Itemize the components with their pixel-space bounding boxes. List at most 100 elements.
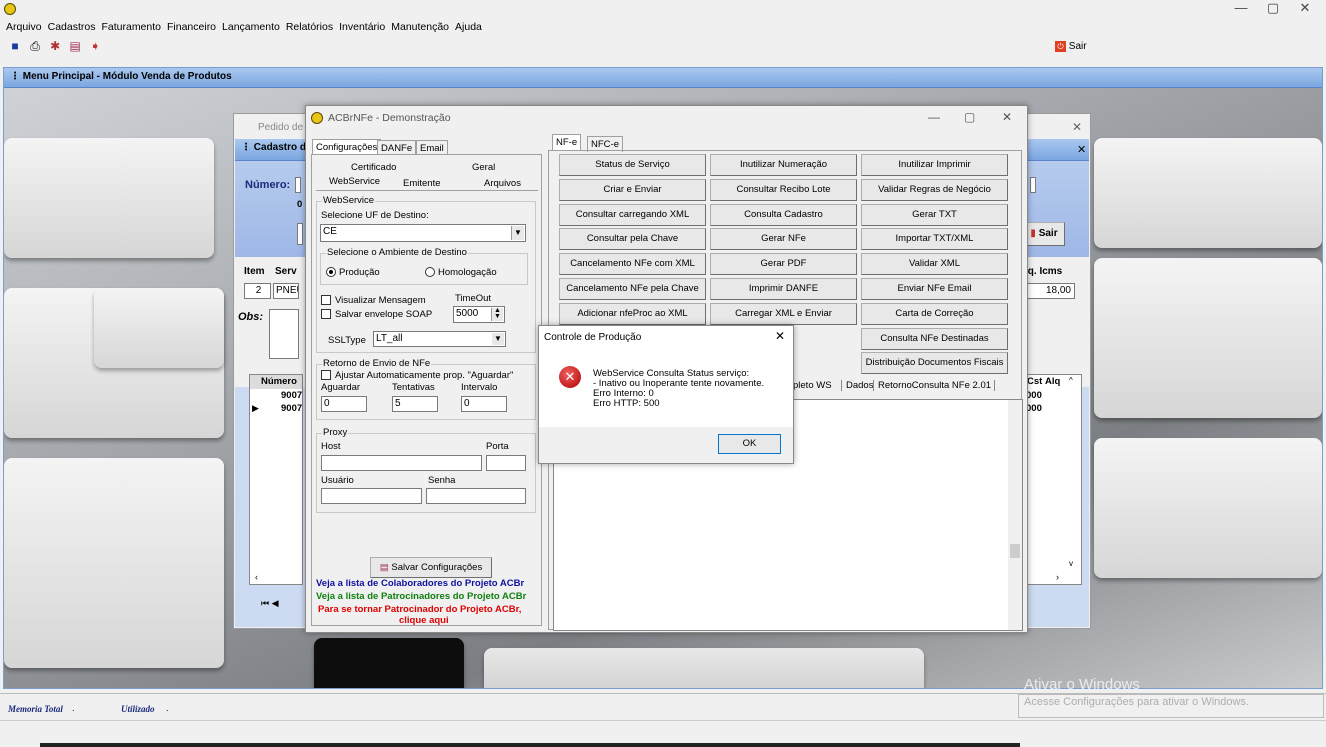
msgbox-close-button[interactable]: ✕: [775, 329, 785, 343]
sair-button[interactable]: ⏻ Sair: [1055, 41, 1087, 52]
nfe-action-button[interactable]: Status de Serviço: [559, 154, 706, 176]
nfe-action-button[interactable]: Carta de Correção: [861, 302, 1008, 325]
pedido-close-icon[interactable]: ✕: [1072, 120, 1082, 134]
memo-scrollbar[interactable]: [1008, 400, 1022, 630]
extra-field[interactable]: [1030, 177, 1036, 193]
usuario-field[interactable]: [321, 488, 422, 504]
scroll-left-icon[interactable]: ‹: [255, 572, 258, 582]
nfe-action-button[interactable]: Criar e Enviar: [559, 178, 706, 201]
subtab-webservice[interactable]: WebService: [329, 176, 380, 187]
radio-producao[interactable]: Produção: [326, 267, 380, 278]
nfe-action-button[interactable]: Validar XML: [861, 253, 1008, 276]
msgbox-ok-button[interactable]: OK: [718, 434, 781, 454]
subtab-arquivos[interactable]: Arquivos: [484, 178, 521, 189]
visualizar-checkbox[interactable]: Visualizar Mensagem: [321, 295, 426, 306]
close-button[interactable]: ✕: [1290, 0, 1320, 16]
webservice-group-caption: WebService: [322, 195, 376, 206]
maximize-button[interactable]: ▢: [1258, 0, 1288, 16]
tab-completo-ws[interactable]: pleto WS: [793, 380, 832, 391]
minimize-button[interactable]: —: [1226, 0, 1256, 16]
grid-row-numero[interactable]: 9007: [281, 403, 302, 414]
host-field[interactable]: [321, 455, 482, 471]
cadastro-close-icon[interactable]: ✕: [1077, 143, 1086, 156]
aguardar-field[interactable]: 0: [321, 396, 367, 412]
scroll-up-icon[interactable]: ^: [1069, 376, 1073, 385]
nfe-action-button[interactable]: Importar TXT/XML: [861, 228, 1008, 251]
serv-field[interactable]: PNEU: [273, 283, 299, 299]
ajustar-checkbox[interactable]: Ajustar Automaticamente prop. "Aguardar": [321, 370, 513, 381]
sair-form-button[interactable]: ▮ Sair: [1023, 222, 1065, 246]
subtab-emitente[interactable]: Emitente: [403, 178, 441, 189]
nfe-action-button[interactable]: Inutilizar Numeração: [710, 154, 857, 176]
uf-label: Selecione UF de Destino:: [321, 210, 429, 221]
link-colaboradores[interactable]: Veja a lista de Colaboradores do Projeto…: [316, 578, 524, 589]
nfe-action-button[interactable]: Consultar Recibo Lote: [710, 178, 857, 201]
nfe-action-button[interactable]: Carregar XML e Enviar: [710, 302, 857, 325]
radio-homologacao[interactable]: Homologação: [425, 267, 497, 278]
nfe-action-button[interactable]: Gerar TXT: [861, 203, 1008, 226]
nfe-action-button[interactable]: Enviar NFe Email: [861, 278, 1008, 300]
intervalo-field[interactable]: 0: [461, 396, 507, 412]
form-field[interactable]: [297, 223, 303, 245]
tab-nfe[interactable]: NF-e: [552, 134, 582, 150]
menu-financeiro[interactable]: Financeiro: [167, 21, 216, 35]
nav-first-icon[interactable]: ⏮ ◀: [261, 598, 279, 609]
tools-icon[interactable]: ✱: [48, 40, 62, 53]
nfe-action-button[interactable]: Distribuição Documentos Fiscais: [861, 352, 1008, 375]
grid-row-numero[interactable]: 9007: [281, 390, 302, 401]
menu-inventario[interactable]: Inventário: [339, 21, 385, 35]
menu-faturamento[interactable]: Faturamento: [101, 21, 161, 35]
timeout-spinner[interactable]: 5000 ▲ ▼: [453, 306, 505, 323]
nfe-action-button[interactable]: Adicionar nfeProc ao XML: [559, 302, 706, 325]
senha-field[interactable]: [426, 488, 526, 504]
nfe-action-button[interactable]: Consultar carregando XML: [559, 203, 706, 226]
tentativas-field[interactable]: 5: [392, 396, 438, 412]
link-patrocinadores[interactable]: Veja a lista de Patrocinadores do Projet…: [316, 591, 526, 602]
nfe-action-button[interactable]: Imprimir DANFE: [710, 278, 857, 300]
menu-relatorios[interactable]: Relatórios: [286, 21, 333, 35]
obs-label: Obs:: [238, 311, 264, 323]
utilizado-label: Utilizado: [121, 704, 155, 714]
nfe-action-button[interactable]: Cancelamento NFe pela Chave: [559, 278, 706, 300]
nfe-action-button[interactable]: Inutilizar Imprimir: [861, 154, 1008, 176]
print-icon[interactable]: ⎙: [28, 40, 42, 53]
obs-field[interactable]: [269, 309, 299, 359]
link-tornar[interactable]: Para se tornar Patrocinador do Projeto A…: [318, 604, 521, 615]
nfe-action-button[interactable]: Cancelamento NFe com XML: [559, 253, 706, 276]
tab-configuracoes[interactable]: Configurações: [312, 139, 382, 155]
nfe-action-button[interactable]: Gerar NFe: [710, 228, 857, 251]
salvar-config-button[interactable]: ▤ Salvar Configurações: [370, 557, 492, 578]
tab-retorno-consulta[interactable]: RetornoConsulta NFe 2.01: [873, 380, 996, 391]
memoria-value: .: [72, 703, 75, 714]
item-field[interactable]: 2: [244, 283, 271, 299]
scroll-right-icon[interactable]: ›: [1056, 572, 1059, 582]
ssltype-select[interactable]: LT_all ▼: [373, 331, 506, 347]
aliq-field[interactable]: 18,00: [1023, 283, 1075, 299]
nfe-action-button[interactable]: Validar Regras de Negócio: [861, 178, 1008, 201]
nfe-action-button[interactable]: Consulta Cadastro: [710, 203, 857, 226]
menu-lancamento[interactable]: Lançamento: [222, 21, 280, 35]
menu-ajuda[interactable]: Ajuda: [455, 21, 482, 35]
exit-icon[interactable]: ➧: [88, 40, 102, 53]
acbr-maximize-button[interactable]: ▢: [964, 110, 975, 124]
menu-cadastros[interactable]: Cadastros: [48, 21, 96, 35]
link-clique-aqui[interactable]: clique aqui: [399, 615, 449, 626]
porta-field[interactable]: [486, 455, 526, 471]
menu-manutencao[interactable]: Manutenção: [391, 21, 449, 35]
scroll-thumb[interactable]: [1010, 544, 1020, 558]
nfe-action-button[interactable]: Gerar PDF: [710, 253, 857, 276]
nfe-action-button[interactable]: Consultar pela Chave: [559, 228, 706, 251]
salvar-envelope-checkbox[interactable]: Salvar envelope SOAP: [321, 309, 432, 320]
tab-dados[interactable]: Dados: [841, 380, 873, 391]
nfe-action-button[interactable]: Consulta NFe Destinadas: [861, 327, 1008, 350]
scroll-down-icon[interactable]: v: [1069, 559, 1073, 568]
report-icon[interactable]: ▤: [68, 40, 82, 53]
acbr-close-button[interactable]: ✕: [1002, 110, 1012, 124]
menu-arquivo[interactable]: Arquivo: [6, 21, 42, 35]
uf-select[interactable]: CE ▼: [320, 224, 526, 242]
acbr-minimize-button[interactable]: —: [928, 110, 940, 124]
subtab-certificado[interactable]: Certificado: [351, 162, 396, 173]
numero-field[interactable]: [295, 177, 301, 193]
save-icon[interactable]: ■: [8, 40, 22, 53]
subtab-geral[interactable]: Geral: [472, 162, 495, 173]
